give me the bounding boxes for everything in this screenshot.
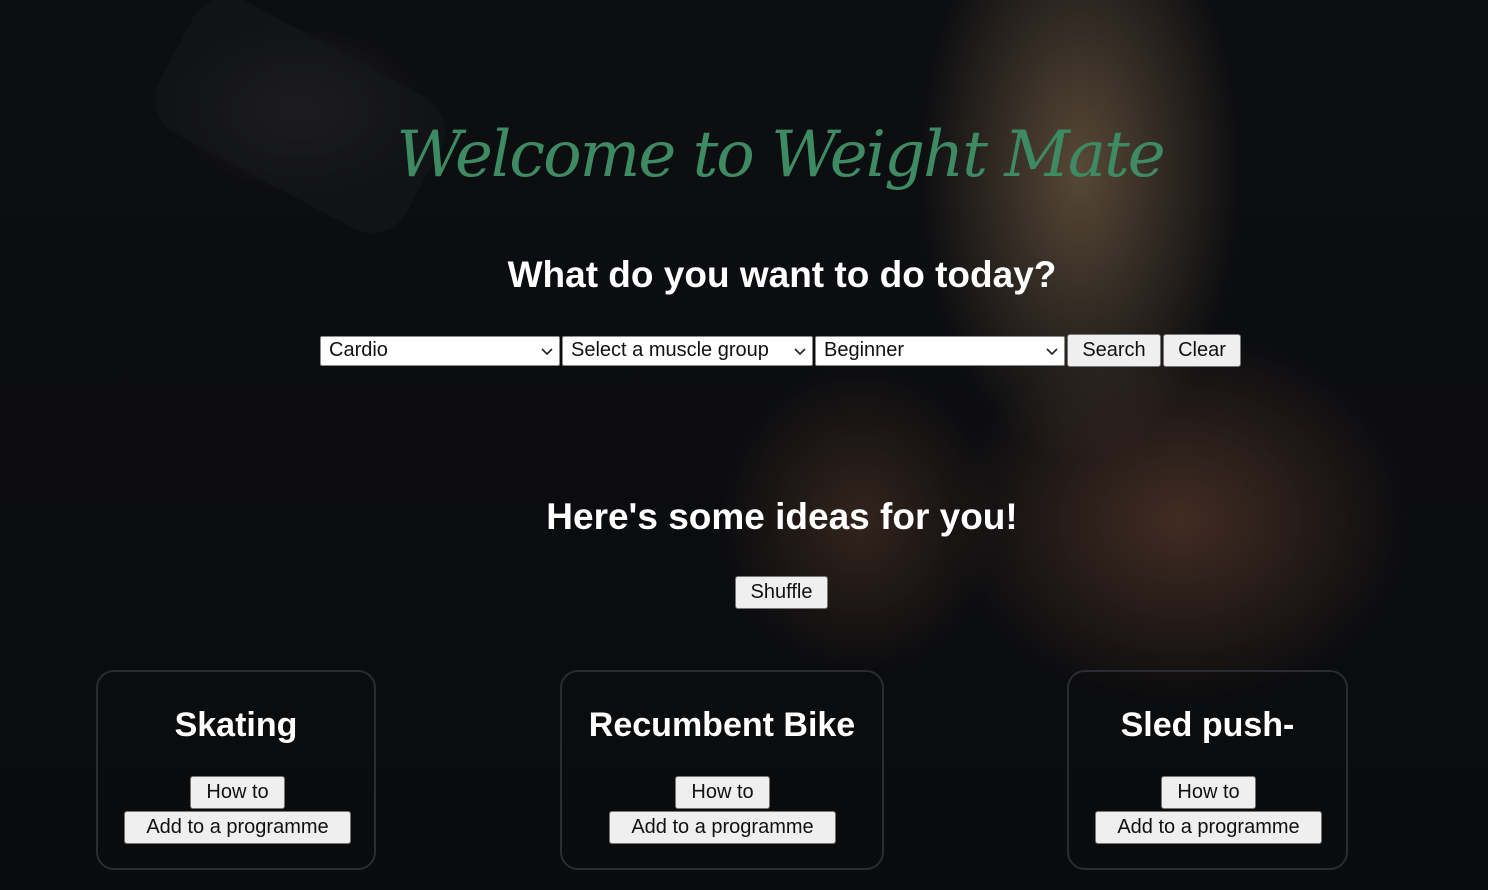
how-to-button[interactable]: How to [190, 776, 285, 809]
add-to-programme-button[interactable]: Add to a programme [609, 811, 836, 844]
search-form: Cardio Select a muscle group Beginner Se… [320, 334, 1241, 367]
add-to-programme-button[interactable]: Add to a programme [124, 811, 351, 844]
muscle-group-select[interactable]: Select a muscle group [562, 335, 813, 366]
chevron-down-icon [1046, 347, 1058, 355]
exercise-title: Sled push- [1120, 706, 1295, 744]
shuffle-button[interactable]: Shuffle [735, 576, 828, 609]
category-select[interactable]: Cardio [320, 335, 560, 366]
brand-title: Welcome to Weight Mate [396, 118, 1165, 192]
exercise-card: Skating How to Add to a programme [96, 670, 376, 870]
how-to-button[interactable]: How to [1161, 776, 1256, 809]
page: Welcome to Weight Mate What do you want … [0, 0, 1488, 890]
clear-button[interactable]: Clear [1163, 334, 1241, 367]
muscle-group-select-value: Select a muscle group [571, 339, 769, 361]
chevron-down-icon [541, 347, 553, 355]
search-heading: What do you want to do today? [507, 254, 1057, 295]
category-select-value: Cardio [329, 339, 388, 361]
level-select-value: Beginner [824, 339, 905, 361]
level-select[interactable]: Beginner [815, 335, 1065, 366]
exercise-title: Recumbent Bike [588, 706, 856, 744]
exercise-card: Recumbent Bike How to Add to a programme [560, 670, 884, 870]
how-to-button[interactable]: How to [675, 776, 770, 809]
exercise-title: Skating [174, 706, 298, 744]
search-button[interactable]: Search [1067, 334, 1161, 367]
ideas-heading: Here's some ideas for you! [546, 496, 1018, 537]
chevron-down-icon [794, 347, 806, 355]
add-to-programme-button[interactable]: Add to a programme [1095, 811, 1322, 844]
exercise-card: Sled push- How to Add to a programme [1067, 670, 1348, 870]
